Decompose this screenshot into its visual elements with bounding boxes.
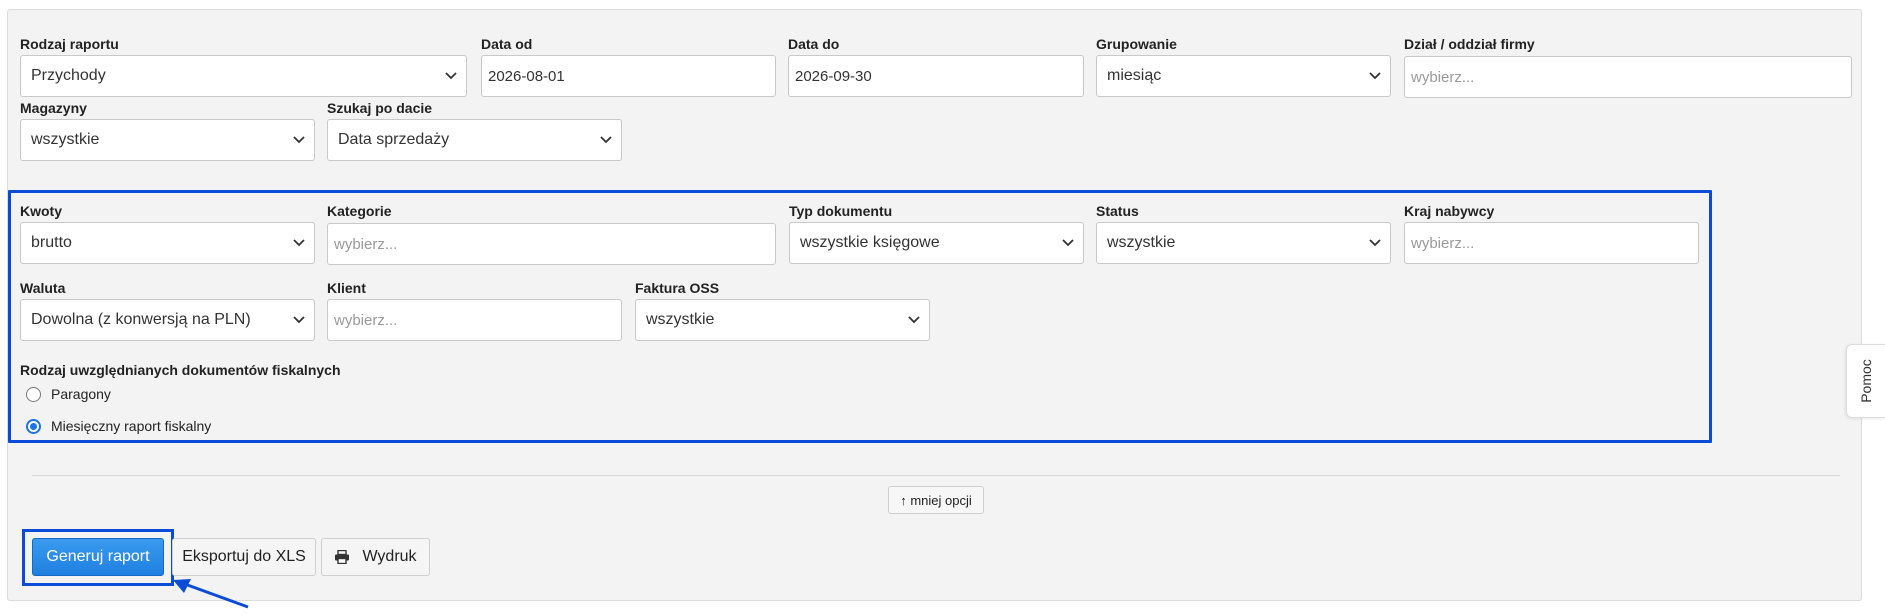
label-magazyny: Magazyny <box>20 100 87 116</box>
kategorie-input[interactable]: wybierz... <box>327 223 776 265</box>
label-data-od: Data od <box>481 36 533 52</box>
label-data-do: Data do <box>788 36 840 52</box>
divider <box>32 475 1840 476</box>
help-tab[interactable]: Pomoc <box>1846 344 1885 418</box>
label-faktura-oss: Faktura OSS <box>635 280 720 296</box>
label-grupowanie: Grupowanie <box>1096 36 1177 52</box>
radio-monthly-label: Miesięczny raport fiskalny <box>51 418 212 434</box>
grupowanie-value: miesiąc <box>1107 67 1162 84</box>
chevron-down-icon <box>600 136 612 144</box>
waluta-value: Dowolna (z konwersją na PLN) <box>31 311 251 328</box>
grupowanie-select[interactable]: miesiąc <box>1096 55 1391 97</box>
data-do-input[interactable]: 2026-09-30 <box>788 55 1084 97</box>
label-klient: Klient <box>327 280 366 296</box>
waluta-select[interactable]: Dowolna (z konwersją na PLN) <box>20 299 315 341</box>
magazyny-value: wszystkie <box>31 131 100 148</box>
label-kategorie: Kategorie <box>327 203 392 219</box>
chevron-down-icon <box>293 316 305 324</box>
chevron-down-icon <box>908 316 920 324</box>
print-button[interactable]: Wydruk <box>321 538 430 576</box>
chevron-down-icon <box>1369 72 1381 80</box>
typ-dokumentu-select[interactable]: wszystkie księgowe <box>789 222 1084 264</box>
dzial-input[interactable]: wybierz... <box>1404 56 1852 98</box>
label-kwoty: Kwoty <box>20 203 62 219</box>
label-status: Status <box>1096 203 1139 219</box>
label-rodzaj-raportu: Rodzaj raportu <box>20 36 119 52</box>
radio-unchecked-icon[interactable] <box>26 386 41 402</box>
klient-input[interactable]: wybierz... <box>327 299 622 341</box>
szukaj-po-dacie-value: Data sprzedaży <box>338 131 450 148</box>
label-szukaj-po-dacie: Szukaj po dacie <box>327 100 433 116</box>
radio-monthly-fiscal-report[interactable]: Miesięczny raport fiskalny <box>26 418 211 434</box>
chevron-down-icon <box>1062 239 1074 247</box>
status-select[interactable]: wszystkie <box>1096 222 1391 264</box>
magazyny-select[interactable]: wszystkie <box>20 119 315 161</box>
faktura-oss-value: wszystkie <box>646 311 715 328</box>
status-value: wszystkie <box>1107 234 1176 251</box>
kraj-nabywcy-input[interactable]: wybierz... <box>1404 222 1699 264</box>
radio-paragony-label: Paragony <box>51 386 111 402</box>
rodzaj-raportu-select[interactable]: Przychody <box>20 55 467 97</box>
chevron-down-icon <box>293 136 305 144</box>
typ-dokumentu-value: wszystkie księgowe <box>800 234 940 251</box>
szukaj-po-dacie-select[interactable]: Data sprzedaży <box>327 119 622 161</box>
chevron-down-icon <box>293 239 305 247</box>
generate-report-button[interactable]: Generuj raport <box>32 538 164 576</box>
data-od-input[interactable]: 2026-08-01 <box>481 55 776 97</box>
rodzaj-raportu-value: Przychody <box>31 67 106 84</box>
export-xls-button[interactable]: Eksportuj do XLS <box>172 538 316 576</box>
kwoty-select[interactable]: brutto <box>20 222 315 264</box>
chevron-down-icon <box>1369 239 1381 247</box>
label-fiscal-documents: Rodzaj uwzględnianych dokumentów fiskaln… <box>20 362 341 378</box>
print-button-label: Wydruk <box>362 548 417 565</box>
help-tab-label: Pomoc <box>1858 359 1874 403</box>
printer-icon <box>334 550 350 564</box>
label-dzial: Dział / oddział firmy <box>1404 36 1535 52</box>
arrow-icon <box>170 576 252 615</box>
less-options-button[interactable]: ↑ mniej opcji <box>888 486 984 514</box>
kwoty-value: brutto <box>31 234 72 251</box>
faktura-oss-select[interactable]: wszystkie <box>635 299 930 341</box>
label-waluta: Waluta <box>20 280 66 296</box>
label-typ-dokumentu: Typ dokumentu <box>789 203 893 219</box>
chevron-down-icon <box>445 72 457 80</box>
radio-checked-icon[interactable] <box>26 418 41 434</box>
radio-paragony[interactable]: Paragony <box>26 386 111 402</box>
label-kraj-nabywcy: Kraj nabywcy <box>1404 203 1495 219</box>
